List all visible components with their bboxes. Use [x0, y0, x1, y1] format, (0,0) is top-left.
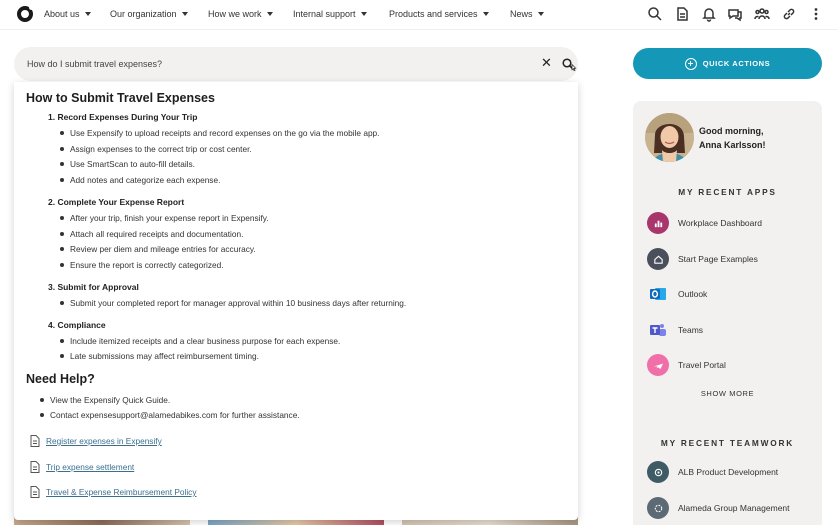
- teams-icon: [647, 319, 669, 341]
- recent-apps-heading: MY RECENT APPS: [678, 187, 777, 197]
- chat-icon[interactable]: [726, 5, 744, 23]
- greeting-line: Good morning,: [699, 126, 764, 136]
- nav-label: Our organization: [110, 9, 177, 19]
- close-icon[interactable]: ✕: [541, 56, 552, 70]
- team-label: Alameda Group Management: [678, 503, 790, 513]
- app-item-workplace-dashboard[interactable]: Workplace Dashboard: [647, 211, 762, 235]
- result-link[interactable]: Trip expense settlement: [28, 459, 134, 475]
- app-item-start-page-examples[interactable]: Start Page Examples: [647, 247, 758, 271]
- team-icon: [647, 497, 669, 519]
- team-label: ALB Product Development: [678, 467, 779, 477]
- search-results-panel: How to Submit Travel Expenses 1. Record …: [14, 82, 578, 520]
- app-item-travel-portal[interactable]: Travel Portal: [647, 353, 726, 377]
- section-heading: 1. Record Expenses During Your Trip: [48, 112, 198, 122]
- nav-label: How we work: [208, 9, 262, 19]
- list-item: Review per diem and mileage entries for …: [60, 244, 256, 254]
- app-label: Teams: [678, 325, 704, 335]
- list-item: Use SmartScan to auto-fill details.: [60, 159, 195, 169]
- team-item-alameda-group-management[interactable]: Alameda Group Management: [647, 496, 790, 520]
- logo[interactable]: [17, 5, 34, 22]
- list-item: Attach all required receipts and documen…: [59, 229, 244, 239]
- list-item: View the Expensify Quick Guide.: [39, 395, 171, 405]
- nav-item-internal-support[interactable]: Internal support: [293, 9, 367, 19]
- result-link[interactable]: Register expenses in Expensify: [28, 433, 162, 449]
- result-link[interactable]: Travel & Expense Reimbursement Policy: [28, 484, 196, 500]
- user-name: Anna Karlsson!: [699, 140, 766, 150]
- list-item: After your trip, finish your expense rep…: [60, 213, 269, 223]
- document-icon[interactable]: [673, 5, 691, 23]
- search-submit-icon[interactable]: [561, 57, 577, 73]
- more-vertical-icon[interactable]: [807, 5, 825, 23]
- nav-item-our-organization[interactable]: Our organization: [110, 9, 188, 19]
- top-navigation: About us Our organization How we work In…: [0, 0, 837, 30]
- dashboard-icon: [647, 212, 669, 234]
- team-item-alb-product-development[interactable]: ALB Product Development: [647, 460, 778, 484]
- app-item-outlook[interactable]: Outlook: [647, 282, 707, 306]
- avatar[interactable]: [645, 113, 694, 162]
- quick-actions-label: QUICK ACTIONS: [702, 59, 771, 68]
- list-item: Include itemized receipts and a clear bu…: [59, 336, 341, 346]
- section-heading: 4. Compliance: [48, 320, 106, 330]
- list-item: Add notes and categorize each expense.: [59, 175, 221, 185]
- result-link-label: Travel & Expense Reimbursement Policy: [46, 487, 197, 497]
- show-more-button[interactable]: SHOW MORE: [633, 389, 822, 398]
- plus-circle-icon: [684, 57, 697, 70]
- search-icon[interactable]: [646, 5, 664, 23]
- search-input[interactable]: [27, 56, 507, 72]
- chevron-down-icon: [360, 12, 367, 16]
- personal-panel: Good morning, Anna Karlsson! MY RECENT A…: [633, 101, 822, 525]
- result-link-label: Register expenses in Expensify: [46, 436, 162, 446]
- link-icon[interactable]: [780, 5, 798, 23]
- document-icon: [30, 435, 40, 447]
- results-title: How to Submit Travel Expenses: [26, 91, 215, 105]
- result-link-label: Trip expense settlement: [46, 462, 135, 472]
- list-item: Ensure the report is correctly categoriz…: [60, 260, 224, 270]
- nav-label: About us: [44, 9, 80, 19]
- document-icon: [30, 486, 40, 498]
- chevron-down-icon: [266, 12, 273, 16]
- document-icon: [30, 461, 40, 473]
- recent-teamwork-heading: MY RECENT TEAMWORK: [660, 438, 795, 448]
- app-label: Outlook: [678, 289, 708, 299]
- outlook-icon: [647, 283, 669, 305]
- nav-label: Products and services: [389, 9, 478, 19]
- chevron-down-icon: [84, 12, 91, 16]
- help-title: Need Help?: [26, 372, 95, 386]
- nav-item-about-us[interactable]: About us: [44, 9, 91, 19]
- chevron-down-icon: [181, 12, 188, 16]
- chevron-down-icon: [537, 12, 544, 16]
- plane-icon: [647, 354, 669, 376]
- team-icon: [647, 461, 669, 483]
- quick-actions-button[interactable]: QUICK ACTIONS: [633, 48, 822, 79]
- list-item: Submit your completed report for manager…: [59, 298, 407, 308]
- section-heading: 2. Complete Your Expense Report: [48, 197, 185, 207]
- app-item-teams[interactable]: Teams: [647, 318, 703, 342]
- list-item: Contact expensesupport@alamedabikes.com …: [40, 410, 300, 420]
- list-item: Assign expenses to the correct trip or c…: [60, 144, 252, 154]
- home-icon: [647, 248, 669, 270]
- list-item: Late submissions may affect reimbursemen…: [60, 351, 259, 361]
- people-icon[interactable]: [753, 5, 771, 23]
- nav-item-how-we-work[interactable]: How we work: [208, 9, 273, 19]
- nav-item-news[interactable]: News: [510, 9, 544, 19]
- bell-icon[interactable]: [700, 5, 718, 23]
- list-item: Use Expensify to upload receipts and rec…: [59, 128, 380, 138]
- app-label: Start Page Examples: [678, 254, 758, 264]
- nav-label: Internal support: [293, 9, 356, 19]
- app-label: Travel Portal: [678, 360, 726, 370]
- app-label: Workplace Dashboard: [678, 218, 762, 228]
- nav-label: News: [510, 9, 533, 19]
- greeting: Good morning, Anna Karlsson!: [699, 124, 766, 152]
- nav-item-products-and-services[interactable]: Products and services: [389, 9, 489, 19]
- search-bar: ✕: [14, 47, 578, 81]
- section-heading: 3. Submit for Approval: [48, 282, 139, 292]
- chevron-down-icon: [482, 12, 489, 16]
